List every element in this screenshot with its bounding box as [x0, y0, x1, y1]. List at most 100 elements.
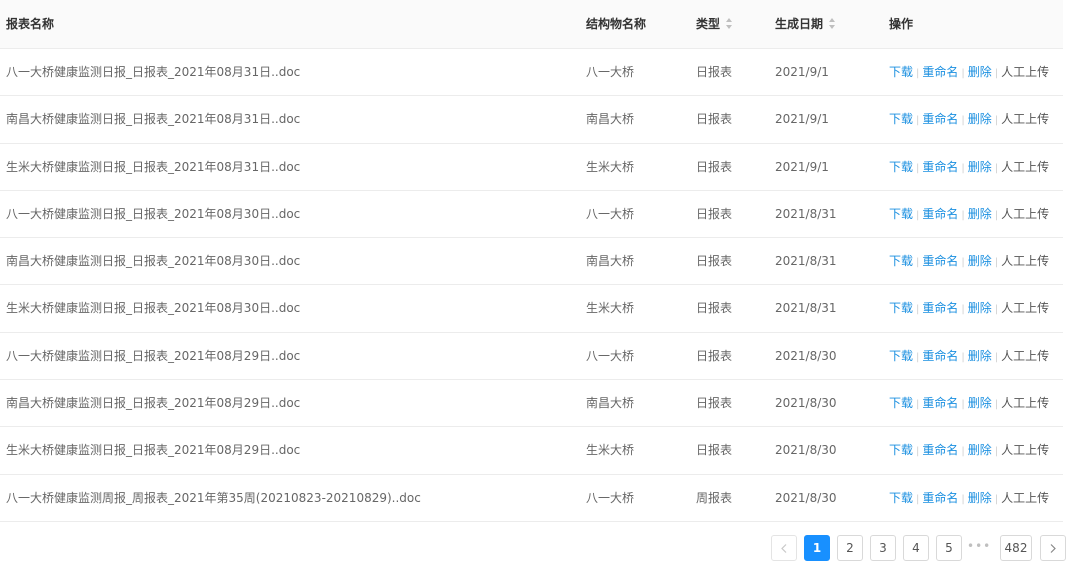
download-link[interactable]: 下载 — [889, 112, 913, 126]
delete-link[interactable]: 删除 — [968, 160, 992, 174]
table-row: 南昌大桥健康监测日报_日报表_2021年08月29日..doc 南昌大桥 日报表 20… — [0, 380, 1063, 428]
rename-link[interactable]: 重命名 — [922, 396, 958, 410]
report-name-cell: 八一大桥健康监测日报_日报表_2021年08月29日..doc — [6, 348, 301, 363]
download-link[interactable]: 下载 — [889, 207, 913, 221]
table-row: 八一大桥健康监测日报_日报表_2021年08月29日..doc 八一大桥 日报表 20… — [0, 333, 1063, 381]
manual-upload-link[interactable]: 人工上传 — [1001, 254, 1049, 268]
download-link[interactable]: 下载 — [889, 301, 913, 315]
report-type-cell: 日报表 — [696, 65, 733, 79]
structure-name-cell: 南昌大桥 — [586, 396, 635, 411]
delete-link[interactable]: 删除 — [968, 349, 992, 363]
manual-upload-link[interactable]: 人工上传 — [1001, 160, 1049, 174]
manual-upload-link[interactable]: 人工上传 — [1001, 112, 1049, 126]
rename-link[interactable]: 重命名 — [922, 491, 958, 505]
chevron-right-icon — [1050, 544, 1056, 553]
generated-date-cell: 2021/8/31 — [775, 301, 837, 316]
manual-upload-link[interactable]: 人工上传 — [1001, 443, 1049, 457]
manual-upload-link[interactable]: 人工上传 — [1001, 207, 1049, 221]
report-type-cell: 日报表 — [696, 254, 733, 269]
header-actions: 操作 — [889, 17, 914, 31]
sort-icon[interactable] — [829, 18, 836, 29]
action-separator: | — [994, 446, 999, 458]
delete-link[interactable]: 删除 — [968, 396, 992, 410]
delete-link[interactable]: 删除 — [968, 207, 992, 221]
page-button-3[interactable]: 3 — [870, 535, 896, 561]
sort-icon[interactable] — [726, 18, 733, 29]
structure-name-cell: 八一大桥 — [586, 348, 635, 363]
action-separator: | — [916, 446, 920, 458]
rename-link[interactable]: 重命名 — [922, 65, 958, 79]
action-separator: | — [961, 399, 965, 411]
rename-link[interactable]: 重命名 — [922, 160, 958, 174]
header-type[interactable]: 类型 — [696, 0, 733, 48]
generated-date-cell: 2021/8/30 — [775, 348, 837, 363]
header-report-name: 报表名称 — [6, 17, 55, 31]
report-table: 报表名称 结构物名称 类型 生成日期 操作 八一大桥健康监测日报_日报表_202… — [0, 0, 1063, 522]
delete-link[interactable]: 删除 — [968, 65, 992, 79]
table-row: 八一大桥健康监测日报_日报表_2021年08月31日..doc 八一大桥 日报表 20… — [0, 49, 1063, 97]
manual-upload-link[interactable]: 人工上传 — [1001, 396, 1049, 410]
report-name-cell: 生米大桥健康监测日报_日报表_2021年08月29日..doc — [6, 443, 301, 458]
action-separator: | — [961, 209, 965, 221]
rename-link[interactable]: 重命名 — [922, 207, 958, 221]
table-row: 生米大桥健康监测日报_日报表_2021年08月31日..doc 生米大桥 日报表 20… — [0, 144, 1063, 191]
action-separator: | — [994, 209, 999, 221]
page-ellipsis[interactable]: ••• — [967, 535, 991, 561]
delete-link[interactable]: 删除 — [968, 254, 992, 268]
page-button-5[interactable]: 5 — [936, 535, 962, 561]
action-separator: | — [961, 257, 965, 269]
manual-upload-link[interactable]: 人工上传 — [1001, 349, 1049, 363]
action-separator: | — [994, 115, 999, 127]
delete-link[interactable]: 删除 — [968, 301, 992, 315]
structure-name-cell: 生米大桥 — [586, 443, 635, 458]
manual-upload-link[interactable]: 人工上传 — [1001, 491, 1049, 505]
download-link[interactable]: 下载 — [889, 349, 913, 363]
page-button-last[interactable]: 482 — [1000, 535, 1032, 561]
rename-link[interactable]: 重命名 — [922, 349, 958, 363]
structure-name-cell: 生米大桥 — [586, 159, 635, 174]
actions-cell: 下载 | 重命名 | 删除 | 人工上传 — [889, 191, 1049, 237]
download-link[interactable]: 下载 — [889, 65, 913, 79]
rename-link[interactable]: 重命名 — [922, 301, 958, 315]
structure-name-cell: 生米大桥 — [586, 301, 635, 316]
download-link[interactable]: 下载 — [889, 160, 913, 174]
actions-cell: 下载 | 重命名 | 删除 | 人工上传 — [889, 238, 1049, 284]
download-link[interactable]: 下载 — [889, 443, 913, 457]
download-link[interactable]: 下载 — [889, 491, 913, 505]
report-type-cell: 日报表 — [696, 301, 733, 316]
manual-upload-link[interactable]: 人工上传 — [1001, 65, 1049, 79]
rename-link[interactable]: 重命名 — [922, 254, 958, 268]
rename-link[interactable]: 重命名 — [922, 112, 958, 126]
header-date[interactable]: 生成日期 — [775, 0, 836, 48]
delete-link[interactable]: 删除 — [968, 491, 992, 505]
chevron-left-icon — [781, 544, 787, 553]
manual-upload-link[interactable]: 人工上传 — [1001, 301, 1049, 315]
action-separator: | — [994, 351, 999, 363]
report-type-cell: 周报表 — [696, 490, 733, 505]
report-name-cell: 生米大桥健康监测日报_日报表_2021年08月30日..doc — [6, 301, 301, 316]
generated-date-cell: 2021/8/30 — [775, 443, 837, 458]
page-button-4[interactable]: 4 — [903, 535, 929, 561]
action-separator: | — [961, 304, 965, 316]
action-separator: | — [961, 162, 965, 174]
rename-link[interactable]: 重命名 — [922, 443, 958, 457]
report-name-cell: 南昌大桥健康监测日报_日报表_2021年08月29日..doc — [6, 396, 301, 411]
prev-page-button[interactable] — [771, 535, 797, 561]
action-separator: | — [916, 351, 920, 363]
header-date-label: 生成日期 — [775, 17, 824, 31]
next-page-button[interactable] — [1040, 535, 1066, 561]
table-body: 八一大桥健康监测日报_日报表_2021年08月31日..doc 八一大桥 日报表 20… — [0, 49, 1063, 522]
action-separator: | — [961, 68, 965, 79]
delete-link[interactable]: 删除 — [968, 112, 992, 126]
download-link[interactable]: 下载 — [889, 396, 913, 410]
page-button-2[interactable]: 2 — [837, 535, 863, 561]
actions-cell: 下载 | 重命名 | 删除 | 人工上传 — [889, 380, 1049, 426]
action-separator: | — [994, 304, 999, 316]
delete-link[interactable]: 删除 — [968, 443, 992, 457]
page-button-1[interactable]: 1 — [804, 535, 830, 561]
download-link[interactable]: 下载 — [889, 254, 913, 268]
generated-date-cell: 2021/9/1 — [775, 112, 829, 127]
report-type-cell: 日报表 — [696, 396, 733, 411]
action-separator: | — [961, 115, 965, 127]
table-header: 报表名称 结构物名称 类型 生成日期 操作 — [0, 0, 1063, 49]
